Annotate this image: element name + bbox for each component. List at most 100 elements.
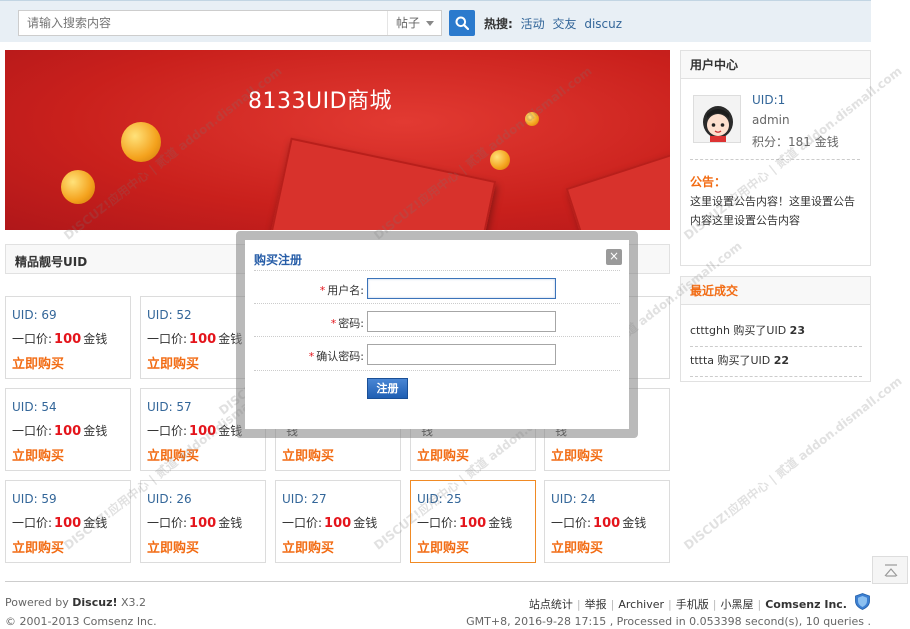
price-value: 100 <box>189 424 217 439</box>
coin-image <box>121 122 161 162</box>
uid-label: UID: 54 <box>12 400 57 414</box>
back-to-top-button[interactable] <box>872 556 908 584</box>
search-button[interactable] <box>449 10 475 36</box>
coin-image <box>61 170 95 204</box>
divider <box>254 336 620 337</box>
footer-link-mobile[interactable]: 手机版 <box>676 598 709 611</box>
price-value: 100 <box>459 516 487 531</box>
price-line: 一口价: 100 金钱 <box>12 330 107 347</box>
uid-card[interactable]: UID: 59 一口价: 100 金钱 立即购买 <box>5 480 131 563</box>
search-bar: 帖子 热搜: 活动 交友 discuz <box>0 0 871 42</box>
price-label: 一口价: <box>417 516 458 530</box>
search-icon <box>455 16 469 30</box>
price-line: 一口价: 100 金钱 <box>147 422 242 439</box>
uid-card[interactable]: UID: 26 一口价: 100 金钱 立即购买 <box>140 480 266 563</box>
uid-label: UID: 26 <box>147 492 192 506</box>
footer-link-archiver[interactable]: Archiver <box>618 598 664 611</box>
uid-card[interactable]: UID: 54 一口价: 100 金钱 立即购买 <box>5 388 131 471</box>
user-uid-link[interactable]: UID:1 <box>752 93 785 107</box>
register-dialog: 购买注册 × * 用户名: * 密码: * 确认密码: 注册 <box>245 240 629 429</box>
buy-now-link[interactable]: 立即购买 <box>12 445 64 464</box>
buy-now-link[interactable]: 立即购买 <box>551 537 603 556</box>
confirm-password-field[interactable] <box>367 344 556 365</box>
uid-card[interactable]: UID: 24 一口价: 100 金钱 立即购买 <box>544 480 670 563</box>
price-value: 100 <box>593 516 621 531</box>
red-envelope-image <box>263 137 497 230</box>
shield-icon[interactable] <box>855 593 870 610</box>
price-label: 一口价: <box>147 516 188 530</box>
price-unit: 金钱 <box>83 332 108 346</box>
close-icon[interactable]: × <box>606 249 622 265</box>
uid-label: UID: 52 <box>147 308 192 322</box>
password-label: * 密码: <box>330 317 364 330</box>
search-input[interactable] <box>19 11 387 35</box>
debug-info: GMT+8, 2016-9-28 17:15 , Processed in 0.… <box>466 615 871 628</box>
user-score: 积分：181 金钱 <box>752 135 839 149</box>
confirm-password-label: * 确认密码: <box>308 350 364 363</box>
price-value: 100 <box>54 424 82 439</box>
price-label: 一口价: <box>282 516 323 530</box>
price-line: 一口价: 100 金钱 <box>551 514 646 531</box>
price-line: 一口价: 100 金钱 <box>417 514 512 531</box>
username-field[interactable] <box>367 278 556 299</box>
hot-link-activity[interactable]: 活动 <box>521 17 545 31</box>
price-label: 一口价: <box>12 516 53 530</box>
buy-now-link[interactable]: 立即购买 <box>282 537 334 556</box>
divider <box>254 270 620 271</box>
uid-label: UID: 69 <box>12 308 57 322</box>
footer-link-stats[interactable]: 站点统计 <box>529 598 573 611</box>
divider <box>254 370 620 371</box>
username-row: * 用户名: <box>245 278 629 300</box>
price-value: 100 <box>54 332 82 347</box>
buy-now-link[interactable]: 立即购买 <box>147 537 199 556</box>
uid-label: UID: 59 <box>12 492 57 506</box>
price-unit: 金钱 <box>218 516 243 530</box>
buy-now-link[interactable]: 立即购买 <box>282 445 334 464</box>
price-unit: 金钱 <box>488 516 513 530</box>
powered-version: X3.2 <box>117 596 147 609</box>
coin-image <box>490 150 510 170</box>
list-item: tttta 购买了UID 22 <box>690 352 862 377</box>
banner-title: 8133UID商城 <box>247 89 393 114</box>
hot-search: 热搜: 活动 交友 discuz <box>484 15 622 32</box>
uid-card[interactable]: UID: 25 一口价: 100 金钱 立即购买 <box>410 480 536 563</box>
search-box: 帖子 <box>18 10 442 36</box>
price-label: 一口价: <box>147 424 188 438</box>
discuz-link[interactable]: Discuz! <box>72 596 117 609</box>
avatar[interactable] <box>693 95 741 143</box>
uid-card[interactable]: UID: 27 一口价: 100 金钱 立即购买 <box>275 480 401 563</box>
register-button[interactable]: 注册 <box>367 378 408 399</box>
buy-now-link[interactable]: 立即购买 <box>147 353 199 372</box>
deal-text: ctttghh 购买了UID <box>690 324 790 337</box>
price-unit: 金钱 <box>83 516 108 530</box>
chevron-down-icon <box>426 21 434 26</box>
buy-now-link[interactable]: 立即购买 <box>417 537 469 556</box>
price-line: 一口价: 100 金钱 <box>12 514 107 531</box>
buy-now-link[interactable]: 立即购买 <box>417 445 469 464</box>
hot-link-discuz[interactable]: discuz <box>584 17 622 31</box>
copyright: © 2001-2013 Comsenz Inc. <box>5 615 157 628</box>
confirm-password-row: * 确认密码: <box>245 344 629 366</box>
footer-link-comsenz[interactable]: Comsenz Inc. <box>765 598 847 611</box>
search-type-label: 帖子 <box>396 16 421 30</box>
username-label: * 用户名: <box>319 284 364 297</box>
buy-now-link[interactable]: 立即购买 <box>12 537 64 556</box>
red-envelope-image <box>565 151 670 230</box>
search-type-select[interactable]: 帖子 <box>387 11 442 35</box>
price-line: 一口价: 100 金钱 <box>147 330 242 347</box>
dialog-title: 购买注册 <box>254 253 303 267</box>
password-field[interactable] <box>367 311 556 332</box>
list-item: ctttghh 购买了UID 23 <box>690 322 862 347</box>
buy-now-link[interactable]: 立即购买 <box>12 353 64 372</box>
buy-now-link[interactable]: 立即购买 <box>147 445 199 464</box>
footer-link-report[interactable]: 举报 <box>585 598 607 611</box>
footer-link-blackroom[interactable]: 小黑屋 <box>720 598 753 611</box>
watermark: DISCUZ!应用中心 | 贰道 addon.dismall.com <box>681 373 905 553</box>
price-label: 一口价: <box>12 424 53 438</box>
uid-label: UID: 24 <box>551 492 596 506</box>
buy-now-link[interactable]: 立即购买 <box>551 445 603 464</box>
uid-card[interactable]: UID: 69 一口价: 100 金钱 立即购买 <box>5 296 131 379</box>
hot-link-friends[interactable]: 交友 <box>552 17 576 31</box>
notice-text: 这里设置公告内容！这里设置公告内容这里设置公告内容 <box>690 195 855 227</box>
hot-search-label: 热搜: <box>484 17 513 31</box>
